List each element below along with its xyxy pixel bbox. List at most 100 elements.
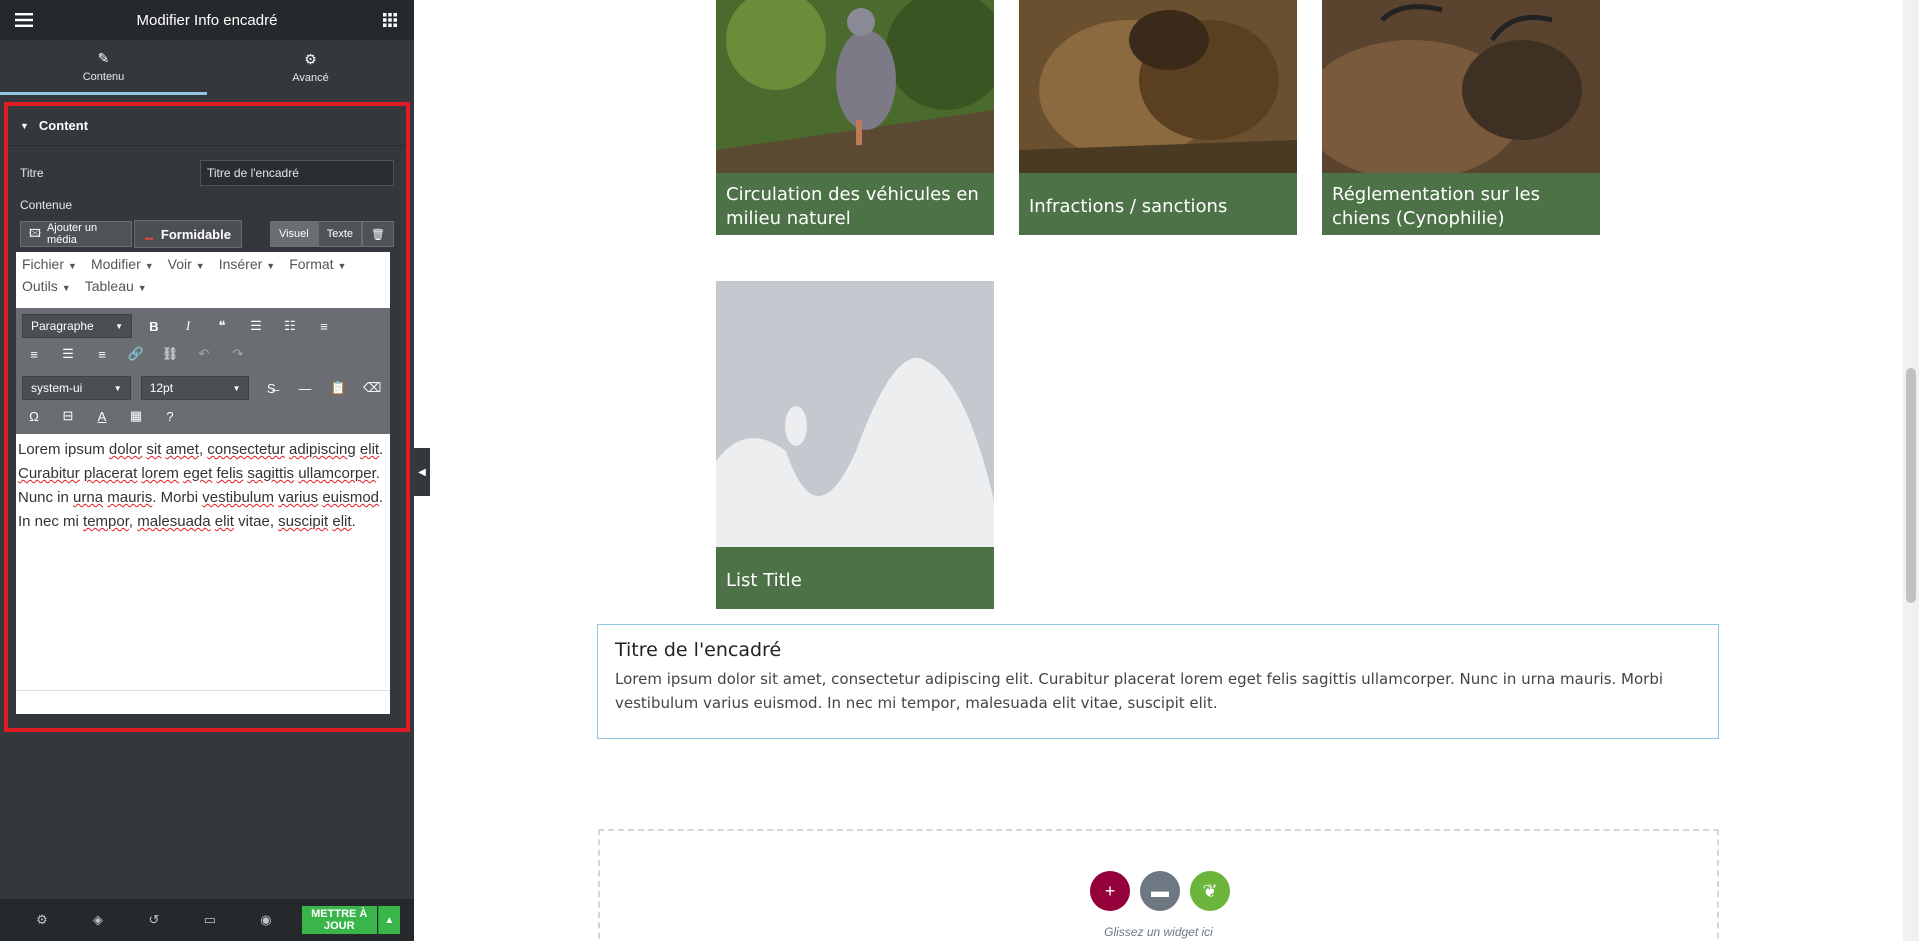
menu-tableau[interactable]: Tableau ▼ [85,278,147,294]
layers-icon[interactable]: ◈ [70,899,126,941]
strikethrough-icon[interactable]: S̶ [259,376,283,400]
pigeon-photo [716,0,1006,173]
misspelled-word: elit [214,513,234,530]
editor-top-buttons: 🖾 Ajouter un média ▁ Formidable Visuel T… [8,220,406,248]
bullet-list-icon[interactable]: ☰ [244,314,268,338]
align-right-icon[interactable]: ≡ [90,342,114,366]
widgets-grid-icon[interactable] [378,8,402,32]
gear-icon: ⚙ [304,51,317,67]
add-media-label: Ajouter un média [46,222,98,246]
texte-tab[interactable]: Texte [317,221,363,247]
clear-format-icon[interactable]: ⌫ [360,376,384,400]
align-center-icon[interactable]: ≡ [22,342,46,366]
misspelled-word: urna [73,489,104,506]
misspelled-word: placerat [83,465,138,482]
history-icon[interactable]: ↺ [126,899,182,941]
undo-icon[interactable]: ↶ [192,342,216,366]
placeholder-image [716,281,994,547]
add-section-icon[interactable]: + [1090,871,1130,911]
menu-label: Outils [22,278,58,294]
list-item[interactable]: Réglementation sur les chiens (Cynophili… [1302,0,1600,235]
italic-icon[interactable]: I [176,314,200,338]
unlink-icon[interactable]: ⛓ [158,342,182,366]
justify-icon[interactable]: ☰ [56,342,80,366]
link-icon[interactable]: 🔗 [124,342,148,366]
misspelled-word: dolor [108,441,143,458]
caret-down-icon: ▼ [195,261,205,271]
menu-label: Fichier [22,256,65,272]
caret-down-icon: ▼ [20,120,29,131]
font-size-select[interactable]: 12pt ▼ [140,376,250,400]
formidable-button[interactable]: ▁ Formidable [134,220,242,248]
widget-dropzone[interactable]: + ▬ ❦ Glissez un widget ici [598,829,1719,941]
section-toggle[interactable]: ▼ Content [8,106,406,146]
add-media-button[interactable]: 🖾 Ajouter un média [20,221,133,247]
horizontal-rule-icon[interactable]: ― [293,376,317,400]
formidable-label: Formidable [160,226,231,242]
text-color-icon[interactable]: A [90,404,114,428]
misspelled-word: mauris [107,489,153,506]
help-icon[interactable]: ? [158,404,182,428]
menu-format[interactable]: Format ▼ [289,256,346,272]
numbered-list-icon[interactable]: ☷ [278,314,302,338]
trash-icon[interactable]: 🗑 [362,221,394,247]
update-button[interactable]: METTRE À JOUR [301,906,377,934]
tab-label: Contenu [82,70,125,83]
font-family-select[interactable]: system-ui ▼ [22,376,131,400]
misspelled-word: suscipit [278,513,329,530]
misspelled-word: malesuada [137,513,211,530]
align-left-icon[interactable]: ≡ [312,314,336,338]
template-folder-icon[interactable]: ▬ [1140,871,1180,911]
info-box[interactable]: Titre de l'encadré Lorem ipsum dolor sit… [597,624,1719,739]
dropzone-buttons: + ▬ ❦ [1090,871,1230,911]
list-item[interactable]: List Title [716,281,994,609]
misspelled-word: tempor [83,513,129,530]
marmots-photo [1019,0,1297,173]
toolbar-row-3: system-ui ▼ 12pt ▼ S̶ ― 📋 ⌫ [22,374,384,402]
collapse-panel-icon[interactable]: ◀ [414,448,430,496]
caret-down-icon: ▼ [144,261,154,271]
blockquote-icon[interactable]: ❝ [210,314,234,338]
menu-fichier[interactable]: Fichier ▼ [22,256,77,272]
menu-modifier[interactable]: Modifier ▼ [91,256,154,272]
text-span: , [128,513,138,530]
menu-outils[interactable]: Outils ▼ [22,278,71,294]
settings-icon[interactable]: ⚙ [14,899,70,941]
responsive-icon[interactable]: ▭ [182,899,238,941]
page-break-icon[interactable]: ⊟ [56,404,80,428]
misspelled-word: adipiscing [289,441,356,458]
menu-inserer[interactable]: Insérer ▼ [219,256,276,272]
list-item[interactable]: Circulation des véhicules en milieu natu… [716,0,1006,235]
caret-down-icon: ▼ [232,383,241,393]
caret-down-icon: ▼ [337,261,347,271]
editor-menubar: Fichier ▼ Modifier ▼ Voir ▼ Insérer ▼ Format… [16,252,390,308]
menu-voir[interactable]: Voir ▼ [168,256,205,272]
redo-icon[interactable]: ↷ [226,342,250,366]
caret-down-icon: ▼ [113,383,122,393]
scrollbar-thumb[interactable] [1906,368,1916,603]
misspelled-word: elit [359,441,380,458]
special-char-icon[interactable]: Ω [22,404,46,428]
contenue-row: Contenue [8,198,406,212]
font-family-value: system-ui [31,381,83,395]
paste-text-icon[interactable]: 📋 [327,376,351,400]
envato-leaf-icon[interactable]: ❦ [1190,871,1230,911]
editor-content[interactable]: Lorem ipsum dolor sit amet, consectetur … [16,434,390,538]
paragraph-select[interactable]: Paragraphe ▼ [22,314,132,338]
titre-input[interactable]: Titre de l'encadré [200,160,394,186]
media-icon: 🖾 [29,227,41,240]
bold-icon[interactable]: B [142,314,166,338]
list-item[interactable]: Infractions / sanctions [1019,0,1297,235]
hamburger-menu-icon[interactable] [12,8,36,32]
text-span: . [379,441,384,458]
page-scrollbar[interactable] [1903,0,1919,941]
misspelled-word: euismod [322,489,380,506]
tab-avance[interactable]: ⚙ Avancé [207,40,414,95]
editor-toolbar: Paragraphe ▼ B I ❝ ☰ ☷ ≡ ≡ ☰ ≡ 🔗 ⛓ ↶ ↷ s… [16,308,390,434]
preview-eye-icon[interactable]: ◉ [238,899,294,941]
dropzone-text: Glissez un widget ici [1104,925,1213,939]
visuel-tab[interactable]: Visuel [269,221,318,247]
table-icon[interactable]: ▦ [124,404,148,428]
tab-contenu[interactable]: ✎ Contenu [0,40,207,95]
caret-up-icon[interactable]: ▲ [377,906,401,934]
